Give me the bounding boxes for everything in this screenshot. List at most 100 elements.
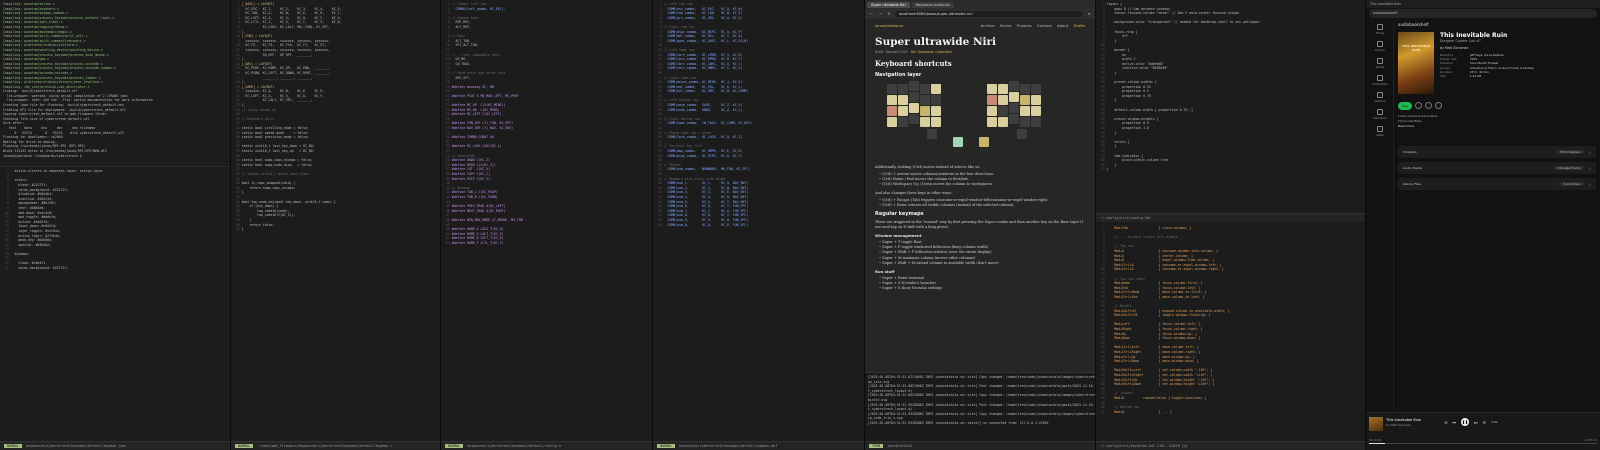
audiobook-player[interactable]: This Inevitable Ruin audiobookshelf Home…: [1366, 0, 1600, 450]
back-icon[interactable]: ←: [868, 12, 874, 16]
chapters-row[interactable]: Chapters Edit Chapters ⌄: [1398, 146, 1596, 158]
layout-key: [1009, 92, 1019, 102]
nav-projects[interactable]: Projects: [1017, 23, 1032, 28]
layout-key: [887, 106, 897, 116]
action-buttons: Play: [1398, 102, 1443, 110]
layout-key: [931, 95, 941, 105]
sidebar-item-library[interactable]: Library: [1366, 39, 1394, 56]
nav-series[interactable]: Series: [1000, 23, 1012, 28]
play-button[interactable]: Play: [1398, 102, 1413, 110]
layout-key: [1020, 106, 1030, 116]
tab-active[interactable]: This Inevitable Ruin: [1370, 2, 1401, 6]
sidebar-item-stats[interactable]: Stats: [1366, 124, 1394, 141]
web-page: jonashietala.se Archive Series Projects …: [865, 19, 1095, 381]
config-editor[interactable]: 1 active-clients-in-separate-layer: acti…: [0, 166, 230, 272]
url-input[interactable]: localhost:8080/posts/super-ultrawide-nir…: [895, 11, 1083, 17]
playback-controls: ⟲ ⏮ ❚❚ ⏭ ⟳ 1.0x: [1444, 418, 1497, 426]
nav-contact[interactable]: Contact: [1037, 23, 1052, 28]
layout-key: [1031, 117, 1041, 127]
rewind-icon[interactable]: ⟲: [1444, 420, 1447, 425]
editor-pane-combos[interactable]: 1 // Left top row 2 COMB(esc_combo, KC_E…: [653, 0, 865, 450]
read-more-link[interactable]: Read more: [1398, 124, 1596, 129]
sidebar-item-series[interactable]: Series: [1366, 56, 1394, 73]
reload-icon[interactable]: ↻: [886, 12, 892, 16]
now-playing-bar: This Inevitable Ruin by Matt Dinniman ⟲ …: [1366, 412, 1600, 450]
build-log: Compiling: quantum/action.c Compiling: qu…: [0, 0, 230, 160]
code-line: 22 cards_background: #21272f;: [3, 265, 69, 270]
niri-keybinds-code[interactable]: 1 Mod+Tab { close-window; } 2 3 // --- G…: [1096, 224, 1365, 416]
editor-pane-config[interactable]: 1 // Combo: Left row 2 COMBO(left_combo,…: [441, 0, 653, 450]
thumb-key: [953, 137, 963, 147]
layout-key: [887, 117, 897, 127]
keymap-code[interactable]: 1 [_BASE] = LAYOUT( 2 KC_ESC, KC_1, KC_2…: [231, 0, 440, 234]
bookmark-icon[interactable]: [1425, 102, 1433, 109]
code-line: 37 }: [1099, 167, 1109, 172]
detail-row: Size 1.44 GB: [1440, 74, 1482, 79]
niri-layout-code[interactable]: 1 layout { 2 gaps 8 // Gap between windo…: [1096, 0, 1365, 205]
speed-label[interactable]: 1.0x: [1491, 420, 1498, 424]
next-icon[interactable]: ⏭: [1474, 420, 1478, 425]
shortcut-list: Super + T toggle float Super + F toggle …: [879, 240, 1085, 266]
more-icon[interactable]: [1435, 102, 1443, 109]
editor-pane-niri[interactable]: 1 layout { 2 gaps 8 // Gap between windo…: [1096, 0, 1366, 450]
combos-code[interactable]: 1 // Left top row 2 COMB(esc_combo, KC_E…: [653, 0, 864, 229]
status-bar: ~/.config/niri/keybinds.kdl 219L, 6187B …: [1096, 441, 1365, 450]
previous-icon[interactable]: ⏮: [1452, 420, 1456, 425]
library-files-row[interactable]: Library Files Sub-folders ⌄: [1398, 178, 1596, 190]
config-code[interactable]: 1 // Combo: Left row 2 COMBO(left_combo,…: [441, 0, 652, 247]
layout-key: [987, 106, 997, 116]
shortcut-list: Super + Enter terminal Super + Z Noctali…: [879, 276, 1085, 292]
nav-drafts[interactable]: Drafts: [1073, 23, 1085, 28]
sidebar-item-home[interactable]: Home: [1366, 22, 1394, 39]
paragraph: And also changes these keys in other way…: [875, 190, 953, 195]
tab-active[interactable]: Super ultrawide Niri: [867, 1, 910, 8]
browser-window[interactable]: Super ultrawide Niri Keyboard shortcuts …: [865, 0, 1096, 450]
terminal-pane-build[interactable]: Compiling: quantum/action.c Compiling: qu…: [0, 0, 231, 450]
thumb-key: [927, 129, 937, 139]
paragraph: Additionally, holding (Ctrl) moves inste…: [875, 165, 981, 169]
post-meta: Draft · Revised 2025 · Niri, Keyboard, C…: [875, 50, 953, 54]
sidebar-item-narrators[interactable]: Narrators: [1366, 107, 1394, 124]
edit-icon[interactable]: [1415, 102, 1423, 109]
editor-pane-keymap[interactable]: 1 [_BASE] = LAYOUT( 2 KC_ESC, KC_1, KC_2…: [231, 0, 441, 450]
app-brand[interactable]: audiobookshelf: [1398, 22, 1596, 27]
library-icon: [1377, 41, 1383, 47]
layout-key: [887, 95, 897, 105]
tab-secondary[interactable]: Keyboard shortcuts: [911, 1, 954, 8]
shortcut-list: (Ctrl) + Escape (Tab) triggers consume-o…: [879, 198, 1085, 208]
server-terminal[interactable]: [2025-05-08T04:51:52.0721068Z INFO jonas…: [865, 372, 1095, 441]
collections-icon: [1377, 75, 1383, 81]
layout-key: [898, 84, 908, 94]
nav-about[interactable]: About: [1057, 23, 1068, 28]
layout-key: [898, 117, 908, 127]
book-detail: audiobookshelf THIS INEVITABLE RUIN This…: [1398, 22, 1596, 410]
progress-bar[interactable]: [1369, 443, 1597, 444]
sidebar-item-collections[interactable]: Collections: [1366, 73, 1394, 90]
now-playing-cover[interactable]: [1369, 417, 1383, 431]
layout-key: [887, 84, 897, 94]
tab-strip: Super ultrawide Niri Keyboard shortcuts: [865, 0, 1095, 9]
minor-heading: Window management: [875, 233, 922, 239]
audio-tracks-row[interactable]: Audio Tracks Manage Tracks ⌄: [1398, 162, 1596, 174]
url-input[interactable]: audiobookshelf: [1369, 9, 1597, 18]
site-name[interactable]: jonashietala.se: [875, 23, 904, 28]
play-pause-icon[interactable]: ❚❚: [1460, 418, 1469, 426]
nav-archive[interactable]: Archive: [980, 23, 994, 28]
series-icon: [1377, 58, 1383, 64]
layout-key: [909, 81, 919, 91]
forward-icon[interactable]: ⟳: [1483, 420, 1486, 425]
subsection-heading: Regular keymaps: [875, 211, 924, 218]
code-line: 41 Mod+Q { ... }: [1099, 409, 1172, 414]
layout-key: [1009, 114, 1019, 124]
layout-key: [920, 106, 930, 116]
layout-key: [998, 106, 1008, 116]
book-cover[interactable]: THIS INEVITABLE RUIN: [1398, 32, 1434, 94]
sidebar-item-authors[interactable]: Authors: [1366, 90, 1394, 107]
server-log: [2025-05-08T04:51:52.0721068Z INFO jonas…: [865, 373, 1095, 428]
layout-key: [1020, 84, 1030, 94]
forward-icon[interactable]: →: [877, 12, 883, 16]
status-bar: TERM jonashietala: [865, 441, 1095, 450]
layout-key: [998, 95, 1008, 105]
menu-icon[interactable]: ≡: [1086, 12, 1092, 16]
authors-icon: [1377, 92, 1383, 98]
